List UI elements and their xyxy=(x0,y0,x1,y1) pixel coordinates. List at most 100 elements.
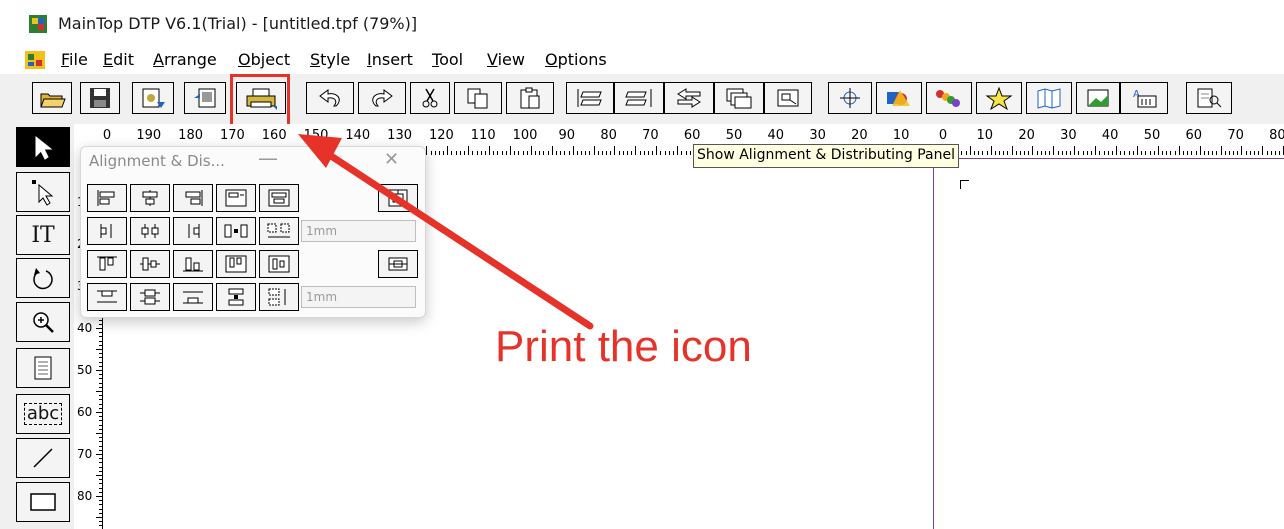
ruler-tick xyxy=(99,399,102,400)
preview-icon[interactable] xyxy=(1186,82,1232,114)
ruler-tick xyxy=(1024,151,1025,155)
align-center-horizontal-button[interactable] xyxy=(130,184,170,212)
ruler-tick xyxy=(99,483,102,484)
distribute-gap-vertical-button[interactable] xyxy=(259,283,299,311)
export-icon[interactable] xyxy=(184,82,226,114)
align-left-icon[interactable] xyxy=(566,82,614,114)
ruler-tick xyxy=(1037,151,1038,155)
align-to-page-middle-button[interactable] xyxy=(259,250,299,278)
ruler-top-label: 60 xyxy=(1185,128,1203,143)
menu-edit[interactable]: Edit xyxy=(103,50,134,69)
select-arrow-icon[interactable] xyxy=(16,127,70,167)
distribute-right-button[interactable] xyxy=(173,217,213,245)
ruler-tick xyxy=(577,151,578,155)
text-effect-icon[interactable]: A xyxy=(1120,82,1168,114)
text-frame-tool[interactable]: abc xyxy=(16,394,70,434)
shapes-icon[interactable] xyxy=(876,82,922,114)
vertical-spacing-field[interactable]: 1mm xyxy=(301,286,416,308)
panel-close-button[interactable]: ✕ xyxy=(384,149,399,170)
redo-icon[interactable] xyxy=(358,82,406,114)
star-icon[interactable] xyxy=(976,82,1022,114)
distribute-spacing-horizontal-button[interactable] xyxy=(216,217,256,245)
menu-arrange[interactable]: Arrange xyxy=(153,50,217,69)
align-middle-vertical-button[interactable] xyxy=(130,250,170,278)
ruler-tick xyxy=(96,433,102,434)
menu-style[interactable]: Style xyxy=(310,50,350,69)
ruler-tick xyxy=(978,151,979,155)
ruler-tick xyxy=(477,151,478,155)
text-tool[interactable]: IT xyxy=(16,215,70,255)
ruler-top-label: 60 xyxy=(683,128,701,143)
align-left-edge-button[interactable] xyxy=(87,184,127,212)
panel-minimize-button[interactable]: — xyxy=(258,146,278,170)
save-icon[interactable] xyxy=(80,82,120,114)
import-icon[interactable] xyxy=(132,82,174,114)
open-icon[interactable] xyxy=(32,82,72,114)
align-bottom-edge-button[interactable] xyxy=(173,250,213,278)
menu-view[interactable]: View xyxy=(487,50,525,69)
ruler-tick xyxy=(99,437,102,438)
ruler-tick xyxy=(681,151,682,155)
color-icon[interactable] xyxy=(926,82,972,114)
ruler-tick xyxy=(1162,151,1163,155)
align-right-edge-button[interactable] xyxy=(173,184,213,212)
document-menu-icon[interactable] xyxy=(24,49,46,71)
ruler-tick xyxy=(99,425,102,426)
ruler-tick xyxy=(99,420,102,421)
node-select-icon[interactable] xyxy=(16,172,70,212)
align-to-page-left-button[interactable] xyxy=(216,184,256,212)
window-title: MainTop DTP V6.1(Trial) - [untitled.tpf … xyxy=(58,14,418,33)
paste-icon[interactable] xyxy=(506,82,554,114)
ruler-tick xyxy=(635,146,636,155)
copy-icon[interactable] xyxy=(454,82,502,114)
ruler-tick xyxy=(1196,151,1197,155)
rectangle-icon[interactable] xyxy=(16,482,70,522)
menu-options[interactable]: Options xyxy=(545,50,607,69)
distribute-top-button[interactable] xyxy=(87,283,127,311)
menu-file[interactable]: File xyxy=(61,50,88,69)
distribute-spacing-vertical-button[interactable] xyxy=(216,283,256,311)
crosshair-icon[interactable] xyxy=(828,82,872,114)
horizontal-spacing-field[interactable]: 1mm xyxy=(301,220,416,242)
align-to-page-center-button[interactable] xyxy=(259,184,299,212)
ruler-tick xyxy=(1041,151,1042,155)
text-frame-label: abc xyxy=(23,403,63,425)
ruler-tick xyxy=(623,151,624,155)
menu-object[interactable]: Object xyxy=(238,50,290,69)
distribute-center-button[interactable] xyxy=(130,217,170,245)
align-to-page-top-button[interactable] xyxy=(216,250,256,278)
rotate-icon[interactable] xyxy=(16,258,70,298)
ruler-top-label: 0 xyxy=(102,128,112,143)
distribute-middle-button[interactable] xyxy=(130,283,170,311)
undo-icon[interactable] xyxy=(306,82,354,114)
panel-center-on-page-button[interactable] xyxy=(378,250,418,278)
cut-icon[interactable] xyxy=(410,82,450,114)
align-top-edge-button[interactable] xyxy=(87,250,127,278)
ruler-tick xyxy=(1049,151,1050,155)
ruler-tick xyxy=(99,500,102,501)
ruler-tick xyxy=(606,151,607,155)
distribute-bottom-button[interactable] xyxy=(173,283,213,311)
map-icon[interactable] xyxy=(1026,82,1072,114)
menu-insert[interactable]: Insert xyxy=(367,50,413,69)
ruler-tick xyxy=(99,441,102,442)
panel-page-align-button[interactable] xyxy=(378,184,418,212)
flip-icon[interactable] xyxy=(664,82,714,114)
ruler-tick xyxy=(514,151,515,155)
print-icon[interactable] xyxy=(236,82,286,114)
ruler-top-label: 140 xyxy=(345,128,371,143)
ruler-tick xyxy=(1062,151,1063,155)
image-icon[interactable] xyxy=(1076,82,1120,114)
ruler-tick xyxy=(99,408,102,409)
menu-tool[interactable]: Tool xyxy=(432,50,463,69)
layer-icon[interactable] xyxy=(714,82,764,114)
distribute-left-button[interactable] xyxy=(87,217,127,245)
group-icon[interactable] xyxy=(764,82,812,114)
ruler-tick xyxy=(99,374,102,375)
line-icon[interactable] xyxy=(16,438,70,478)
zoom-icon[interactable] xyxy=(16,302,70,342)
distribute-gap-horizontal-button[interactable] xyxy=(259,217,299,245)
page-icon[interactable] xyxy=(16,348,70,388)
align-right-icon[interactable] xyxy=(614,82,664,114)
ruler-tick xyxy=(1246,151,1247,155)
